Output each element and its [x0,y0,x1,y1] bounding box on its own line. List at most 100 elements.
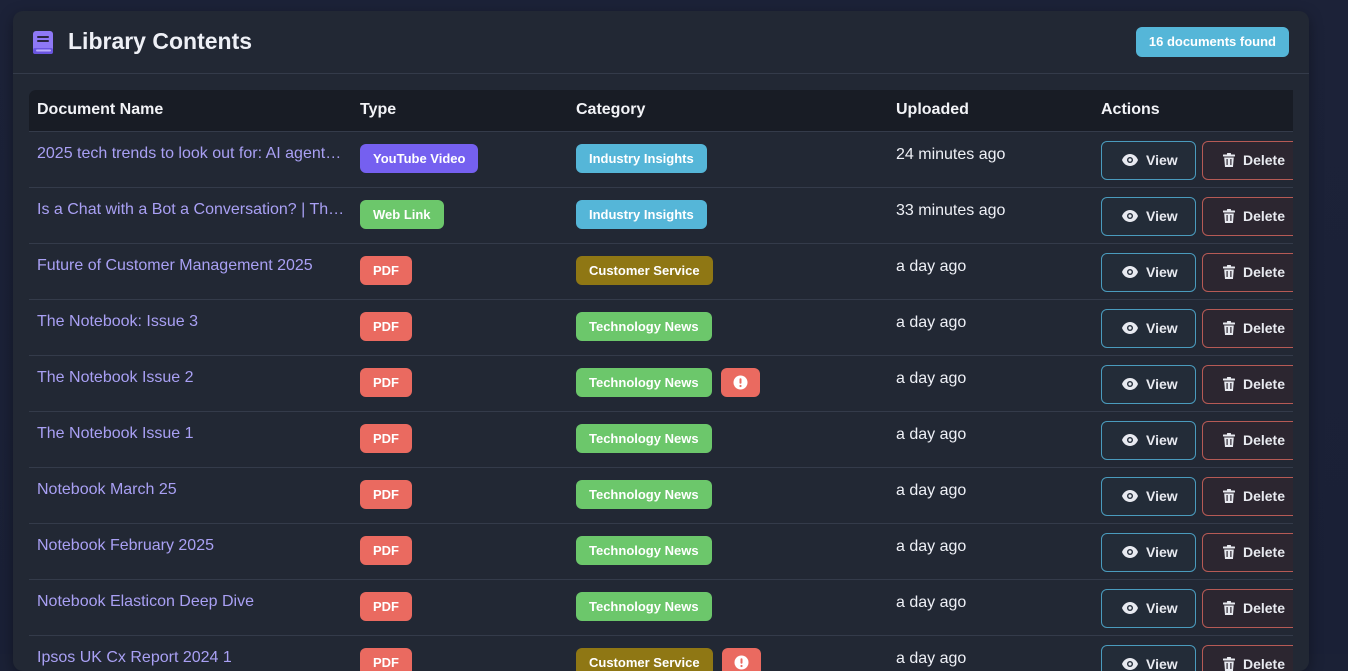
cell-uploaded: a day ago [888,523,1093,579]
trash-icon [1223,489,1235,503]
uploaded-time: a day ago [896,424,1093,444]
column-header-uploaded[interactable]: Uploaded [888,90,1093,131]
uploaded-time: a day ago [896,648,1093,668]
cell-category: Technology News [568,579,888,635]
type-badge: PDF [360,424,412,453]
view-button[interactable]: View [1101,309,1196,348]
document-name-link[interactable]: The Notebook: Issue 3 [37,312,345,331]
view-button[interactable]: View [1101,253,1196,292]
cell-category: Industry Insights [568,131,888,187]
delete-button-label: Delete [1243,152,1285,168]
cell-document-name: Notebook Elasticon Deep Dive [29,579,352,635]
trash-icon [1223,209,1235,223]
delete-button[interactable]: Delete [1202,141,1293,180]
category-badge: Technology News [576,592,712,621]
category-badge: Industry Insights [576,200,707,229]
eye-icon [1122,546,1138,558]
delete-button[interactable]: Delete [1202,253,1293,292]
cell-actions: View Delete [1093,243,1293,299]
view-button[interactable]: View [1101,477,1196,516]
cell-actions: View Delete [1093,635,1293,671]
document-name-link[interactable]: Notebook Elasticon Deep Dive [37,592,345,611]
cell-uploaded: a day ago [888,243,1093,299]
delete-button[interactable]: Delete [1202,589,1293,628]
column-header-category[interactable]: Category [568,90,888,131]
uploaded-time: a day ago [896,480,1093,500]
type-badge: PDF [360,536,412,565]
view-button-label: View [1146,488,1178,504]
column-header-document-name[interactable]: Document Name [29,90,352,131]
category-badge: Technology News [576,312,712,341]
uploaded-time: a day ago [896,256,1093,276]
view-button[interactable]: View [1101,533,1196,572]
delete-button[interactable]: Delete [1202,421,1293,460]
view-button-label: View [1146,320,1178,336]
document-name-link[interactable]: Is a Chat with a Bot a Conversation? | T… [37,200,345,219]
document-name-link[interactable]: Notebook March 25 [37,480,345,499]
cell-category: Technology News [568,411,888,467]
table-row: The Notebook Issue 2 PDF Technology News… [29,355,1293,411]
cell-document-name: Notebook February 2025 [29,523,352,579]
cell-uploaded: a day ago [888,635,1093,671]
view-button[interactable]: View [1101,197,1196,236]
view-button[interactable]: View [1101,365,1196,404]
document-name-link[interactable]: The Notebook Issue 2 [37,368,345,387]
view-button-label: View [1146,376,1178,392]
view-button[interactable]: View [1101,421,1196,460]
view-button-label: View [1146,208,1178,224]
document-name-link[interactable]: Notebook February 2025 [37,536,345,555]
trash-icon [1223,153,1235,167]
type-badge: PDF [360,648,412,671]
document-name-link[interactable]: Future of Customer Management 2025 [37,256,345,275]
cell-document-name: Notebook March 25 [29,467,352,523]
cell-category: Technology News [568,523,888,579]
view-button-label: View [1146,544,1178,560]
document-name-link[interactable]: 2025 tech trends to look out for: AI age… [37,144,345,163]
documents-table: Document Name Type Category Uploaded Act… [29,90,1293,671]
delete-button[interactable]: Delete [1202,645,1293,671]
view-button[interactable]: View [1101,141,1196,180]
delete-button[interactable]: Delete [1202,197,1293,236]
cell-type: PDF [352,299,568,355]
cell-uploaded: 33 minutes ago [888,187,1093,243]
library-panel: Library Contents 16 documents found Docu… [13,11,1309,671]
trash-icon [1223,545,1235,559]
uploaded-time: a day ago [896,312,1093,332]
view-button[interactable]: View [1101,589,1196,628]
column-header-actions: Actions [1093,90,1293,131]
cell-type: PDF [352,243,568,299]
table-row: Is a Chat with a Bot a Conversation? | T… [29,187,1293,243]
type-badge: YouTube Video [360,144,478,173]
type-badge: PDF [360,312,412,341]
cell-document-name: 2025 tech trends to look out for: AI age… [29,131,352,187]
cell-uploaded: a day ago [888,299,1093,355]
delete-button[interactable]: Delete [1202,309,1293,348]
cell-uploaded: a day ago [888,579,1093,635]
cell-document-name: The Notebook Issue 1 [29,411,352,467]
document-name-link[interactable]: Ipsos UK Cx Report 2024 1 [37,648,345,667]
cell-type: PDF [352,411,568,467]
column-header-type[interactable]: Type [352,90,568,131]
view-button[interactable]: View [1101,645,1196,671]
document-name-link[interactable]: The Notebook Issue 1 [37,424,345,443]
cell-category: Customer Service [568,635,888,671]
trash-icon [1223,433,1235,447]
delete-button[interactable]: Delete [1202,533,1293,572]
warning-badge[interactable] [721,368,760,397]
delete-button[interactable]: Delete [1202,365,1293,404]
eye-icon [1122,434,1138,446]
view-button-label: View [1146,432,1178,448]
category-badge: Technology News [576,536,712,565]
cell-uploaded: a day ago [888,467,1093,523]
delete-button-label: Delete [1243,320,1285,336]
cell-uploaded: a day ago [888,411,1093,467]
cell-document-name: Is a Chat with a Bot a Conversation? | T… [29,187,352,243]
cell-document-name: Future of Customer Management 2025 [29,243,352,299]
cell-document-name: Ipsos UK Cx Report 2024 1 [29,635,352,671]
delete-button-label: Delete [1243,208,1285,224]
category-badge: Customer Service [576,648,713,671]
delete-button[interactable]: Delete [1202,477,1293,516]
table-row: Ipsos UK Cx Report 2024 1 PDF Customer S… [29,635,1293,671]
cell-category: Customer Service [568,243,888,299]
warning-badge[interactable] [722,648,761,671]
